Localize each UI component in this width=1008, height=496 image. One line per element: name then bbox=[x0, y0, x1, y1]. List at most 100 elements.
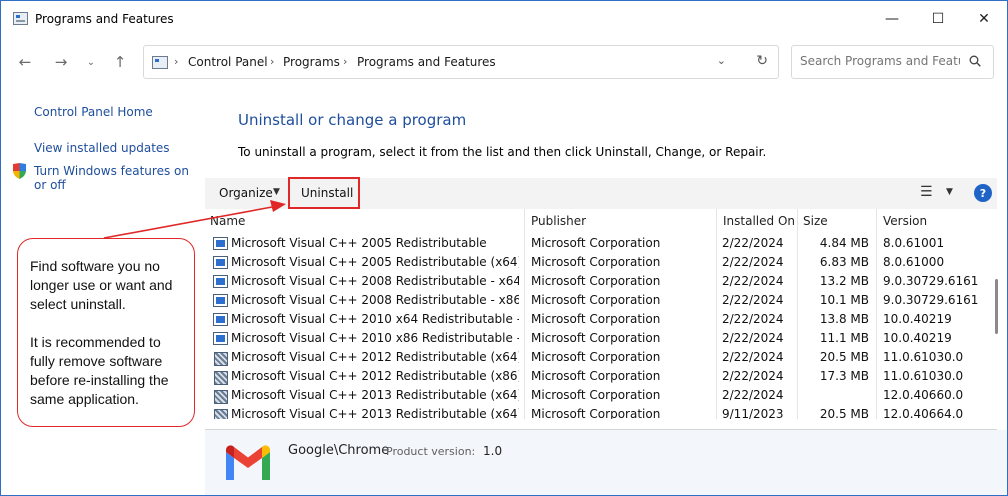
cell-installed-on: 9/11/2023 bbox=[722, 407, 784, 419]
table-row[interactable]: Microsoft Visual C++ 2013 Redistributabl… bbox=[205, 386, 997, 405]
shield-icon bbox=[13, 163, 26, 179]
installer-icon bbox=[213, 389, 228, 404]
uninstall-highlight-box bbox=[288, 177, 360, 209]
selected-program-name: Google\Chrome bbox=[288, 443, 390, 458]
window-title: Programs and Features bbox=[35, 12, 174, 26]
cell-name: Microsoft Visual C++ 2010 x64 Redistribu… bbox=[231, 312, 519, 326]
cell-publisher: Microsoft Corporation bbox=[531, 236, 661, 250]
chevron-right-icon[interactable]: › bbox=[343, 55, 347, 68]
column-header-version[interactable]: Version bbox=[883, 214, 927, 228]
cell-size: 13.8 MB bbox=[819, 312, 869, 326]
list-scrollbar[interactable] bbox=[995, 209, 999, 419]
help-button[interactable]: ? bbox=[974, 184, 992, 202]
cell-version: 8.0.61001 bbox=[883, 236, 945, 250]
table-row[interactable]: Microsoft Visual C++ 2010 x64 Redistribu… bbox=[205, 310, 997, 329]
cell-publisher: Microsoft Corporation bbox=[531, 274, 661, 288]
navigation-bar: ← → ⌄ ↑ › Control Panel › Programs › Pro… bbox=[1, 37, 1007, 87]
cell-version: 10.0.40219 bbox=[883, 331, 952, 345]
sort-ascending-icon: ⌃ bbox=[361, 209, 370, 216]
cell-name: Microsoft Visual C++ 2008 Redistributabl… bbox=[231, 293, 519, 307]
table-row[interactable]: Microsoft Visual C++ 2012 Redistributabl… bbox=[205, 367, 997, 386]
scrollbar-thumb[interactable] bbox=[995, 279, 998, 334]
cell-size: 11.1 MB bbox=[819, 331, 869, 345]
callout-paragraph: Find software you no longer use or want … bbox=[30, 258, 173, 312]
cell-name: Microsoft Visual C++ 2012 Redistributabl… bbox=[231, 350, 519, 364]
cell-size: 13.2 MB bbox=[819, 274, 869, 288]
cell-installed-on: 2/22/2024 bbox=[722, 274, 784, 288]
cell-publisher: Microsoft Corporation bbox=[531, 255, 661, 269]
cell-name: Microsoft Visual C++ 2005 Redistributabl… bbox=[231, 236, 487, 250]
table-row[interactable]: Microsoft Visual C++ 2013 Redistributabl… bbox=[205, 405, 997, 419]
chevron-down-icon[interactable]: ⌄ bbox=[717, 54, 726, 67]
package-icon bbox=[213, 275, 228, 288]
installer-icon bbox=[213, 408, 228, 419]
cell-size: 20.5 MB bbox=[819, 407, 869, 419]
maximize-button[interactable]: ☐ bbox=[915, 1, 961, 37]
programs-list[interactable]: ⌃ Name Publisher Installed On Size Versi… bbox=[205, 209, 997, 419]
cell-size: 6.83 MB bbox=[819, 255, 869, 269]
table-row[interactable]: Microsoft Visual C++ 2005 Redistributabl… bbox=[205, 234, 997, 253]
column-header-size[interactable]: Size bbox=[803, 214, 828, 228]
cell-version: 10.0.40219 bbox=[883, 312, 952, 326]
cell-installed-on: 2/22/2024 bbox=[722, 255, 784, 269]
up-arrow-icon[interactable]: ↑ bbox=[110, 52, 130, 72]
minimize-button[interactable]: — bbox=[869, 1, 915, 37]
package-icon bbox=[213, 256, 228, 269]
back-arrow-icon[interactable]: ← bbox=[15, 52, 35, 72]
breadcrumb-programs[interactable]: Programs bbox=[283, 55, 340, 69]
column-header-installed-on[interactable]: Installed On bbox=[723, 214, 795, 228]
turn-windows-features-link[interactable]: Turn Windows features on or off bbox=[34, 164, 194, 192]
cell-version: 12.0.40664.0 bbox=[883, 407, 964, 419]
breadcrumb-control-panel[interactable]: Control Panel bbox=[188, 55, 268, 69]
caret-down-icon[interactable]: ▼ bbox=[273, 187, 280, 197]
view-installed-updates-link[interactable]: View installed updates bbox=[34, 141, 170, 155]
address-bar[interactable]: › Control Panel › Programs › Programs an… bbox=[143, 45, 779, 79]
column-header-publisher[interactable]: Publisher bbox=[531, 214, 586, 228]
cell-publisher: Microsoft Corporation bbox=[531, 388, 661, 402]
chevron-right-icon[interactable]: › bbox=[174, 55, 178, 68]
cell-name: Microsoft Visual C++ 2013 Redistributabl… bbox=[231, 407, 519, 419]
chevron-right-icon[interactable]: › bbox=[270, 55, 274, 68]
cell-name: Microsoft Visual C++ 2012 Redistributabl… bbox=[231, 369, 519, 383]
refresh-icon[interactable]: ↻ bbox=[756, 53, 768, 69]
cell-name: Microsoft Visual C++ 2008 Redistributabl… bbox=[231, 274, 519, 288]
view-options-icon[interactable]: ☰ bbox=[920, 184, 933, 200]
cell-publisher: Microsoft Corporation bbox=[531, 350, 661, 364]
details-pane: Google\Chrome Product version: 1.0 bbox=[205, 430, 1007, 495]
cell-name: Microsoft Visual C++ 2005 Redistributabl… bbox=[231, 255, 519, 269]
cell-size: 4.84 MB bbox=[819, 236, 869, 250]
page-description: To uninstall a program, select it from t… bbox=[238, 145, 767, 159]
forward-arrow-icon[interactable]: → bbox=[51, 52, 71, 72]
search-box[interactable] bbox=[791, 45, 994, 79]
table-row[interactable]: Microsoft Visual C++ 2010 x86 Redistribu… bbox=[205, 329, 997, 348]
recent-locations-chevron-icon[interactable]: ⌄ bbox=[81, 52, 101, 72]
table-row[interactable]: Microsoft Visual C++ 2005 Redistributabl… bbox=[205, 253, 997, 272]
cell-installed-on: 2/22/2024 bbox=[722, 350, 784, 364]
cell-version: 9.0.30729.6161 bbox=[883, 274, 979, 288]
column-header-name[interactable]: Name bbox=[210, 214, 245, 228]
cell-installed-on: 2/22/2024 bbox=[722, 369, 784, 383]
cell-name: Microsoft Visual C++ 2013 Redistributabl… bbox=[231, 388, 519, 402]
cell-name: Microsoft Visual C++ 2010 x86 Redistribu… bbox=[231, 331, 519, 345]
table-row[interactable]: Microsoft Visual C++ 2008 Redistributabl… bbox=[205, 291, 997, 310]
product-version-value: 1.0 bbox=[483, 444, 503, 458]
cell-size: 10.1 MB bbox=[819, 293, 869, 307]
search-icon[interactable] bbox=[969, 55, 981, 67]
title-bar: Programs and Features — ☐ ✕ bbox=[1, 1, 1007, 37]
control-panel-icon bbox=[152, 56, 168, 69]
table-row[interactable]: Microsoft Visual C++ 2012 Redistributabl… bbox=[205, 348, 997, 367]
caret-down-icon[interactable]: ▼ bbox=[946, 187, 953, 197]
breadcrumb-programs-and-features[interactable]: Programs and Features bbox=[357, 55, 496, 69]
package-icon bbox=[213, 313, 228, 326]
cell-publisher: Microsoft Corporation bbox=[531, 312, 661, 326]
organize-button[interactable]: Organize bbox=[219, 186, 273, 200]
package-icon bbox=[213, 237, 228, 250]
search-input[interactable] bbox=[800, 54, 960, 68]
cell-installed-on: 2/22/2024 bbox=[722, 388, 784, 402]
annotation-callout: Find software you no longer use or want … bbox=[17, 238, 195, 427]
control-panel-home-link[interactable]: Control Panel Home bbox=[34, 105, 153, 119]
product-version-label: Product version: bbox=[386, 445, 476, 458]
close-button[interactable]: ✕ bbox=[961, 1, 1007, 37]
table-row[interactable]: Microsoft Visual C++ 2008 Redistributabl… bbox=[205, 272, 997, 291]
cell-publisher: Microsoft Corporation bbox=[531, 293, 661, 307]
